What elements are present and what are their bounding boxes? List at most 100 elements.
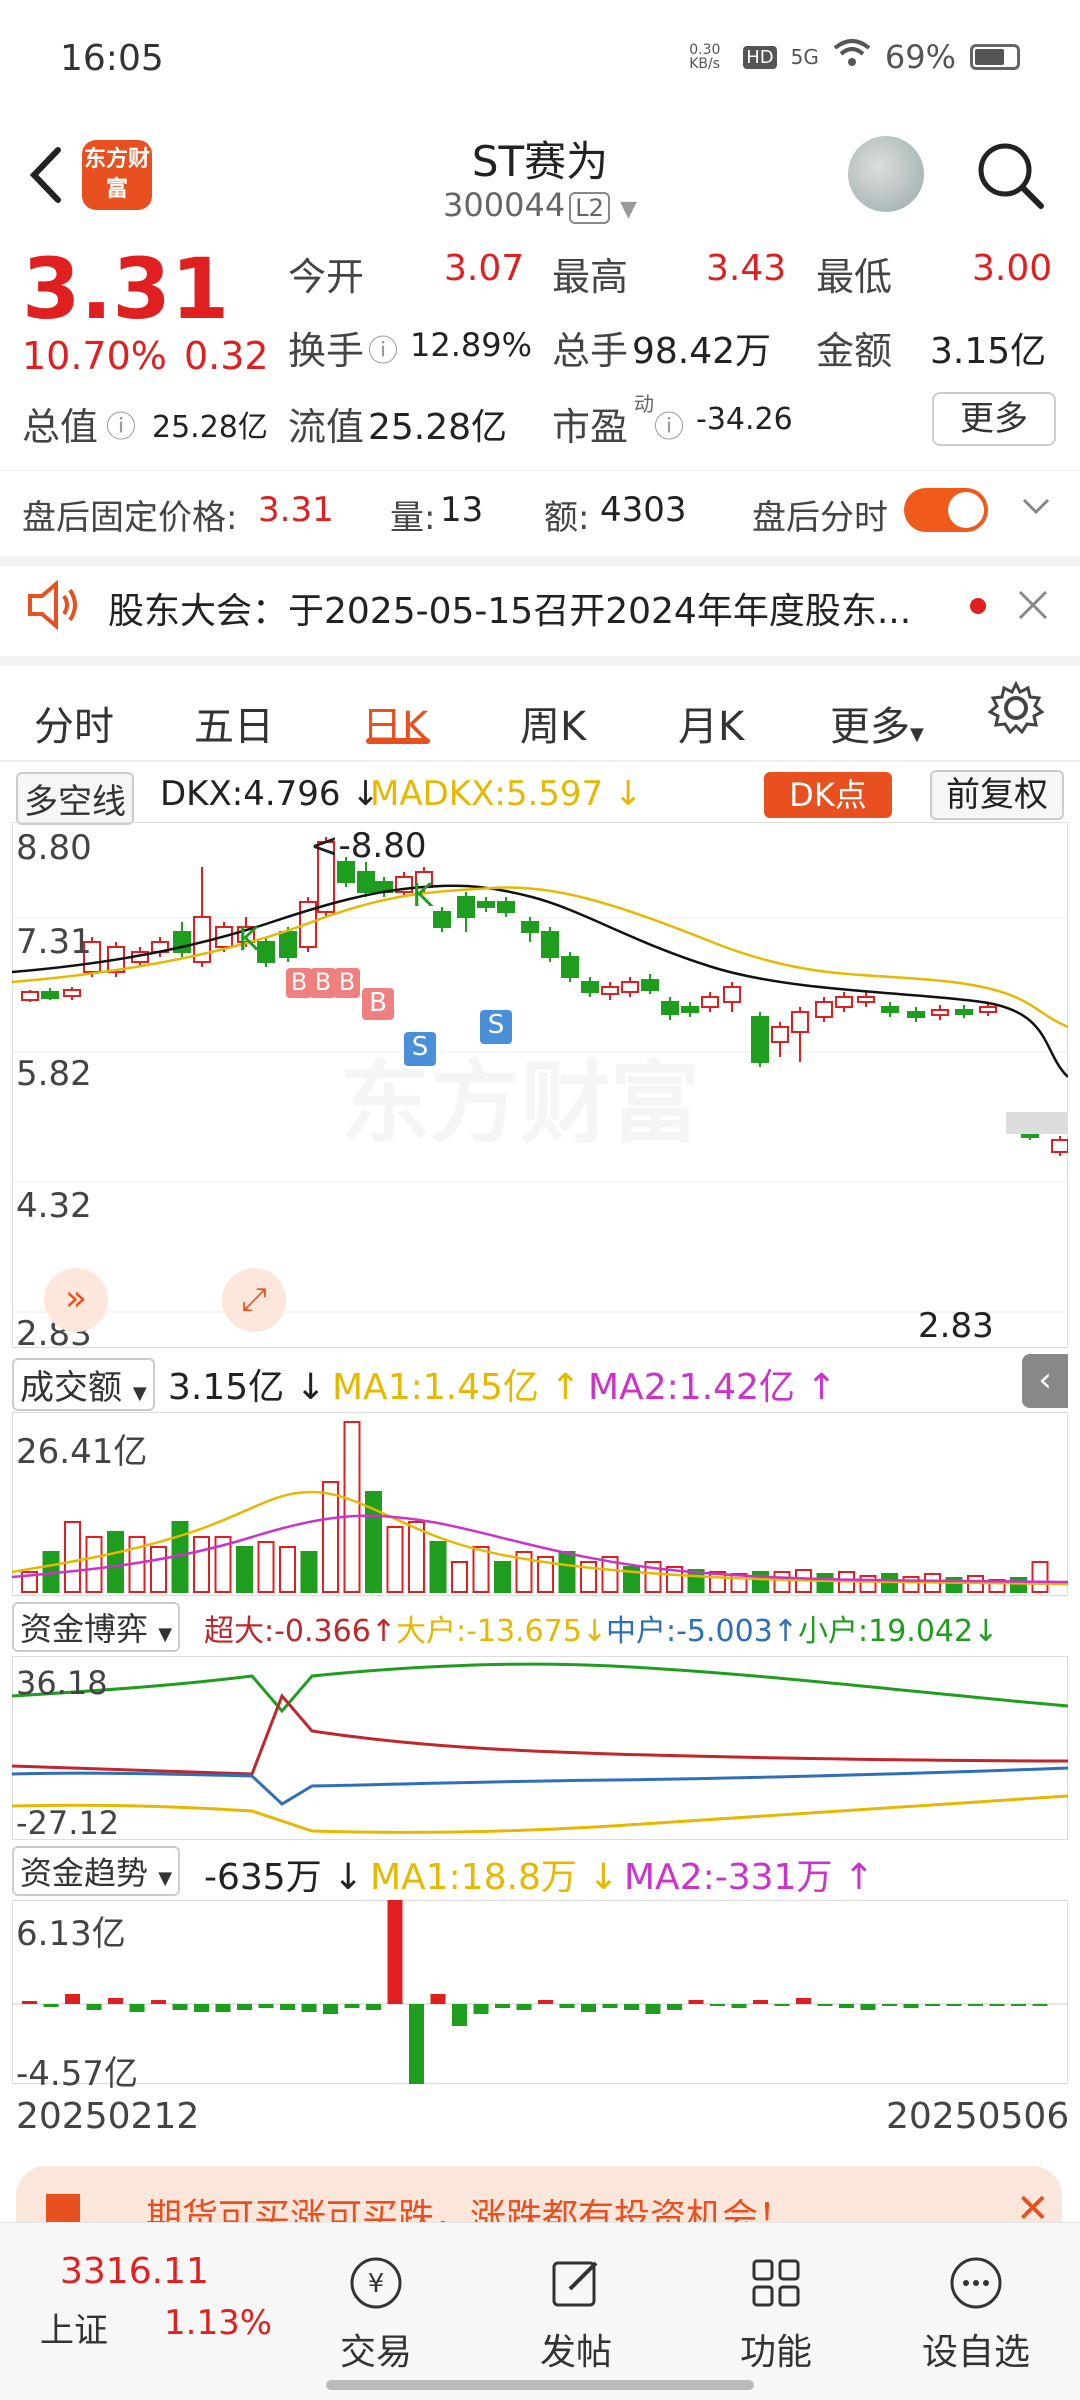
tab-weekly-k[interactable]: 周K	[520, 694, 586, 752]
adjust-price-button[interactable]: 前复权	[930, 770, 1064, 820]
volume-bar	[107, 1531, 124, 1593]
search-icon[interactable]	[975, 140, 1045, 210]
more-quote-button[interactable]: 更多	[932, 392, 1056, 446]
y-tick: 4.32	[16, 1186, 92, 1226]
k-marker: K	[412, 876, 433, 914]
capital-game-chart[interactable]	[12, 1656, 1068, 1840]
chevron-down-icon[interactable]	[1018, 488, 1054, 528]
index-value[interactable]: 3316.11	[60, 2251, 209, 2292]
after-hours-vol: 13	[440, 490, 484, 530]
b-marker[interactable]: B	[334, 968, 360, 998]
volume-bar	[558, 1551, 576, 1593]
close-icon[interactable]	[1016, 588, 1050, 626]
flow-bar	[108, 1998, 123, 2004]
flow-bar	[946, 2004, 962, 2006]
capital-trend-selector[interactable]: 资金趋势 ▼	[12, 1846, 181, 1896]
assistant-robot-icon[interactable]	[848, 136, 924, 212]
volume-chart[interactable]	[12, 1412, 1068, 1596]
edit-icon	[552, 2261, 598, 2307]
volume-bar	[1010, 1577, 1027, 1593]
info-icon[interactable]: ⓘ	[106, 402, 136, 446]
pe-value: -34.26	[696, 402, 793, 437]
float-value: 25.28亿	[368, 407, 508, 448]
volume-bar	[236, 1546, 253, 1593]
candle-body	[561, 956, 579, 978]
volume-selector[interactable]: 成交额 ▼	[12, 1358, 155, 1411]
super-large-line	[12, 1693, 1068, 1776]
nav-trade[interactable]: ¥ 交易	[306, 2253, 446, 2375]
volume-bar	[193, 1536, 210, 1593]
pe-label: 市盈	[552, 405, 629, 449]
flow-bar	[667, 2004, 682, 2010]
b-marker[interactable]: B	[310, 968, 336, 998]
nav-post[interactable]: 发帖	[506, 2253, 646, 2375]
volume-name: 成交额 ▼	[12, 1358, 155, 1411]
candle-body	[457, 896, 475, 918]
capital-game-name: 资金博弈 ▼	[12, 1602, 181, 1652]
volume-bar	[279, 1546, 296, 1593]
candle-body	[21, 991, 39, 1001]
candle-body	[41, 991, 59, 999]
index-name[interactable]: 上证	[40, 2303, 108, 2352]
nav-function[interactable]: 功能	[706, 2253, 846, 2375]
madkx-line	[12, 886, 1068, 1029]
double-chevron-right-icon[interactable]: »	[44, 1268, 108, 1332]
flow-bar	[237, 2004, 252, 2010]
tab-five-day[interactable]: 五日	[194, 694, 274, 752]
flow-bar	[387, 1900, 403, 2004]
date-start: 20250212	[16, 2096, 200, 2137]
active-tab-indicator	[366, 738, 430, 744]
capital-trend-y-top: 6.13亿	[16, 1914, 126, 1954]
candle-body	[701, 996, 719, 1008]
status-time: 16:05	[60, 38, 164, 79]
info-icon[interactable]: ⓘ	[368, 326, 398, 370]
flow-bar	[903, 2004, 919, 2008]
candle-body	[63, 989, 81, 997]
turnover-label: 换手	[288, 329, 365, 373]
capital-game-selector[interactable]: 资金博弈 ▼	[12, 1602, 181, 1652]
indicator-selector[interactable]: 多空线	[16, 772, 134, 825]
b-marker[interactable]: B	[362, 988, 394, 1020]
candle-body	[771, 1026, 789, 1043]
flow-bar	[22, 2001, 37, 2004]
tab-more-label: 更多	[830, 704, 910, 750]
volume-bar	[451, 1561, 468, 1593]
flow-bar	[602, 2004, 618, 2008]
flow-bar	[1032, 2004, 1048, 2006]
index-change[interactable]: 1.13%	[164, 2303, 272, 2343]
s-marker[interactable]: S	[480, 1010, 512, 1044]
nav-watchlist[interactable]: 设自选	[906, 2253, 1046, 2375]
volume-bar	[322, 1481, 339, 1593]
expand-icon[interactable]: ⤢	[222, 1268, 286, 1332]
b-marker[interactable]: B	[286, 968, 312, 998]
tab-more[interactable]: 更多▼	[830, 694, 924, 752]
triangle-down-icon: ▼	[910, 724, 924, 745]
flow-bar	[1011, 2004, 1026, 2006]
capital-game-y-bottom: -27.12	[16, 1804, 120, 1842]
tab-monthly-k[interactable]: 月K	[678, 694, 744, 752]
candle-body	[541, 931, 559, 958]
after-hours-timeshare-label: 盘后分时	[752, 498, 888, 538]
candle-body	[955, 1009, 973, 1015]
flow-bar	[925, 2004, 940, 2006]
after-hours-toggle[interactable]	[904, 488, 988, 532]
candle-body	[357, 871, 375, 893]
dk-point-button[interactable]: DK点	[764, 772, 892, 818]
flow-bar	[215, 2004, 231, 2012]
flow-bar	[774, 2004, 790, 2006]
low-marker: 2.83	[918, 1306, 994, 1346]
collapse-panel-icon[interactable]: ‹	[1022, 1354, 1068, 1408]
high-marker: <-8.80	[310, 826, 427, 866]
flow-bar	[323, 2004, 338, 2014]
tab-timeshare[interactable]: 分时	[34, 694, 114, 752]
y-tick: 7.31	[16, 922, 92, 962]
capital-trend-name: 资金趋势 ▼	[12, 1846, 181, 1896]
capital-trend-chart[interactable]	[12, 1900, 1068, 2084]
s-marker[interactable]: S	[404, 1032, 436, 1066]
candle-body	[279, 931, 297, 958]
info-icon[interactable]: ⓘ	[654, 402, 684, 446]
dkx-value: DKX:4.796 ↓	[160, 774, 380, 814]
settings-gear-icon[interactable]	[987, 680, 1045, 740]
notice-text[interactable]: 股东大会：于2025-05-15召开2024年年度股东...	[108, 582, 938, 634]
indicator-name: 多空线	[16, 772, 134, 825]
